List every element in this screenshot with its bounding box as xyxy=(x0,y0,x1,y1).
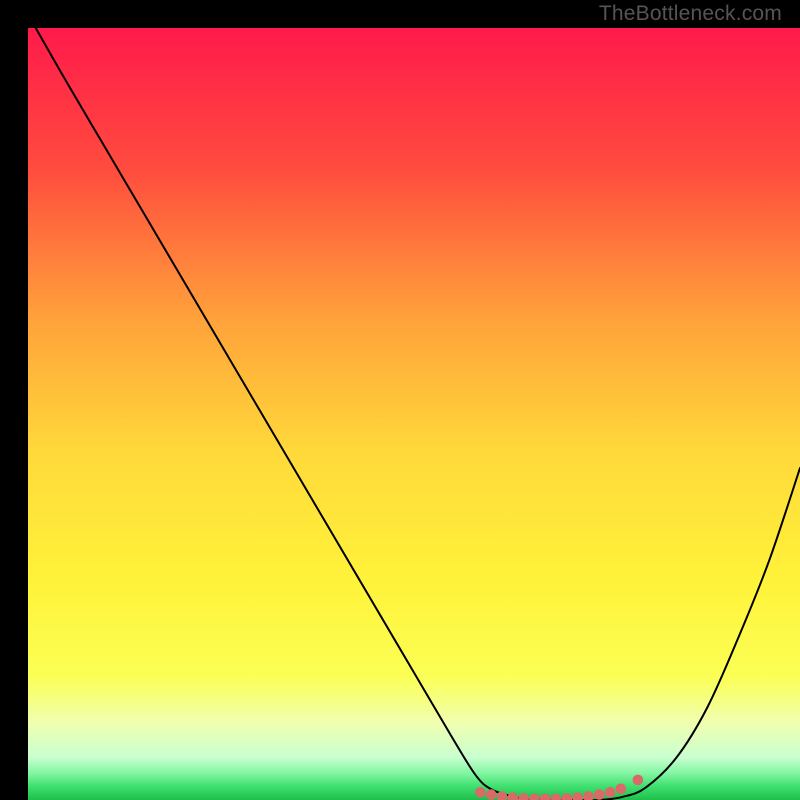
chart-frame xyxy=(14,14,786,786)
flat-segment-dot xyxy=(486,789,497,800)
lone-dot-dot xyxy=(633,775,644,786)
flat-segment-dot xyxy=(475,787,486,798)
flat-segment-dot xyxy=(616,784,627,795)
watermark-text: TheBottleneck.com xyxy=(599,2,782,26)
chart-canvas xyxy=(28,28,800,800)
flat-segment-dot xyxy=(605,787,616,798)
flat-segment-dot xyxy=(594,789,605,800)
chart-background xyxy=(28,28,800,800)
